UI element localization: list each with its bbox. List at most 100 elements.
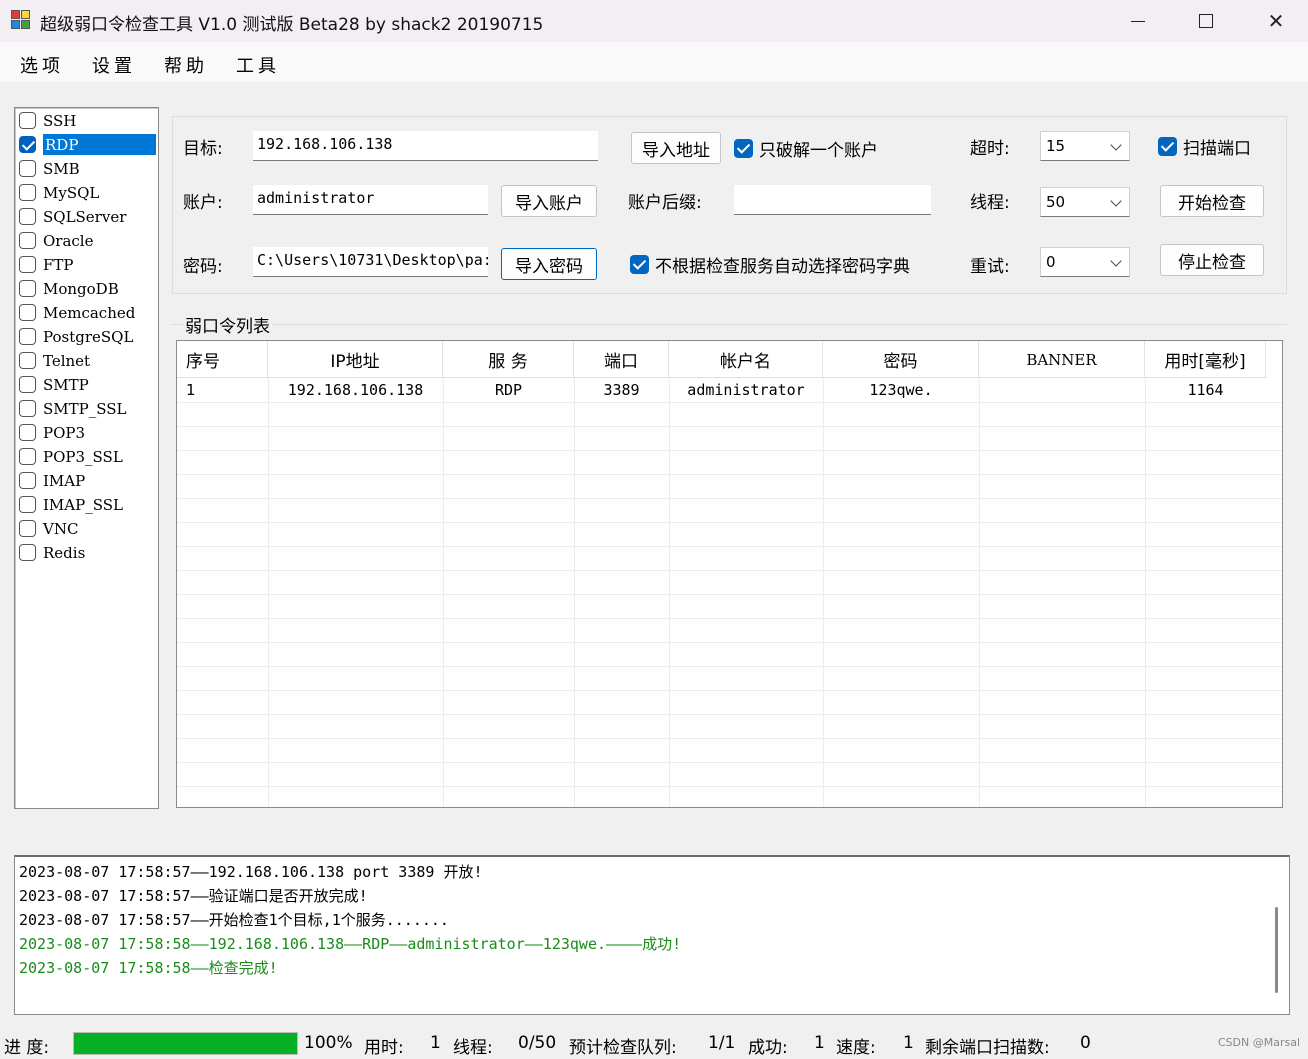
service-item-redis[interactable]: Redis — [17, 541, 156, 564]
column-header[interactable]: BANNER — [979, 341, 1145, 378]
service-label: PostgreSQL — [43, 327, 134, 346]
stop-check-button[interactable]: 停止检查 — [1160, 244, 1264, 276]
column-header[interactable]: 序号 — [177, 341, 268, 378]
progress-fill — [74, 1033, 297, 1054]
remaining-label: 剩余端口扫描数: — [925, 1038, 1050, 1058]
log-line: 2023-08-07 17:58:57——开始检查1个目标,1个服务......… — [19, 911, 449, 929]
checkbox-icon[interactable] — [19, 160, 36, 177]
checkbox-checked-icon — [1158, 137, 1177, 156]
checkbox-icon[interactable] — [19, 448, 36, 465]
service-item-pop3[interactable]: POP3 — [17, 421, 156, 444]
maximize-button[interactable] — [1171, 0, 1241, 42]
password-file-input[interactable]: C:\Users\10731\Desktop\pa: — [253, 247, 488, 277]
results-table[interactable]: 序号 IP地址服 务端口 帐户名 密码 BANNER 用时[毫秒] 1 192.168.10… — [176, 340, 1283, 808]
speed-value: 1 — [903, 1033, 914, 1053]
service-list: SSH RDP SMB MySQL SQLServer Oracle FTP MongoDB M… — [14, 107, 159, 809]
checkbox-icon[interactable] — [19, 352, 36, 369]
service-label: POP3_SSL — [43, 447, 123, 466]
service-item-telnet[interactable]: Telnet — [17, 349, 156, 372]
service-label: SQLServer — [43, 207, 127, 226]
service-item-oracle[interactable]: Oracle — [17, 229, 156, 252]
checkbox-icon[interactable] — [19, 520, 36, 537]
service-item-pop3-ssl[interactable]: POP3_SSL — [17, 445, 156, 468]
menu-help[interactable]: 帮助 — [164, 52, 208, 78]
service-item-imap-ssl[interactable]: IMAP_SSL — [17, 493, 156, 516]
service-item-ftp[interactable]: FTP — [17, 253, 156, 276]
threads-select[interactable]: 50 — [1040, 187, 1130, 217]
log-panel[interactable]: 2023-08-07 17:58:57——192.168.106.138 por… — [14, 855, 1290, 1015]
table-cell[interactable]: RDP — [443, 378, 574, 402]
table-cell[interactable]: 3389 — [574, 378, 669, 402]
service-item-rdp[interactable]: RDP — [17, 133, 156, 156]
service-item-sqlserver[interactable]: SQLServer — [17, 205, 156, 228]
table-cell[interactable]: 192.168.106.138 — [268, 378, 443, 402]
grid-line — [823, 378, 824, 807]
checkbox-icon[interactable] — [19, 112, 36, 129]
only-one-account-checkbox[interactable]: 只破解一个账户 — [734, 136, 878, 161]
column-header[interactable]: 密码 — [823, 341, 979, 378]
checkbox-icon[interactable] — [19, 328, 36, 345]
service-item-ssh[interactable]: SSH — [17, 109, 156, 132]
service-item-memcached[interactable]: Memcached — [17, 301, 156, 324]
log-scrollbar[interactable] — [1267, 861, 1287, 1011]
checkbox-icon[interactable] — [19, 376, 36, 393]
checkbox-checked-icon[interactable] — [19, 136, 36, 153]
import-account-button[interactable]: 导入账户 — [501, 185, 597, 217]
queue-label: 预计检查队列: — [569, 1038, 677, 1058]
service-label: SMTP — [43, 375, 89, 394]
service-item-smb[interactable]: SMB — [17, 157, 156, 180]
checkbox-icon[interactable] — [19, 472, 36, 489]
timeout-select[interactable]: 15 — [1040, 131, 1130, 161]
grid-line — [177, 714, 1282, 715]
account-suffix-input[interactable] — [734, 185, 931, 215]
import-password-button[interactable]: 导入密码 — [501, 248, 597, 280]
checkbox-icon[interactable] — [19, 256, 36, 273]
import-address-button[interactable]: 导入地址 — [631, 132, 721, 164]
scan-port-checkbox[interactable]: 扫描端口 — [1158, 134, 1251, 159]
column-header[interactable]: 用时[毫秒] — [1145, 341, 1266, 378]
no-auto-dict-label: 不根据检查服务自动选择密码字典 — [655, 257, 910, 277]
service-item-smtp-ssl[interactable]: SMTP_SSL — [17, 397, 156, 420]
no-auto-dict-checkbox[interactable]: 不根据检查服务自动选择密码字典 — [630, 252, 910, 277]
column-header[interactable]: 服 务 — [443, 341, 574, 378]
account-input[interactable]: administrator — [253, 185, 488, 215]
column-header[interactable]: 帐户名 — [669, 341, 823, 378]
service-item-smtp[interactable]: SMTP — [17, 373, 156, 396]
menu-settings[interactable]: 设置 — [92, 52, 136, 78]
column-header[interactable]: 端口 — [574, 341, 669, 378]
service-item-vnc[interactable]: VNC — [17, 517, 156, 540]
service-item-mysql[interactable]: MySQL — [17, 181, 156, 204]
service-item-postgresql[interactable]: PostgreSQL — [17, 325, 156, 348]
menu-tools[interactable]: 工具 — [236, 52, 280, 78]
checkbox-icon[interactable] — [19, 280, 36, 297]
checkbox-icon[interactable] — [19, 184, 36, 201]
retry-select[interactable]: 0 — [1040, 247, 1130, 277]
service-label: SSH — [43, 111, 77, 130]
table-cell[interactable]: administrator — [669, 378, 823, 402]
minimize-button[interactable] — [1103, 0, 1173, 42]
maximize-icon — [1199, 14, 1213, 28]
checkbox-icon[interactable] — [19, 400, 36, 417]
table-cell[interactable]: 123qwe. — [823, 378, 979, 402]
start-check-button[interactable]: 开始检查 — [1160, 185, 1264, 217]
checkbox-icon[interactable] — [19, 424, 36, 441]
menu-options[interactable]: 选项 — [20, 52, 64, 78]
progress-label: 进 度: — [4, 1038, 50, 1058]
table-cell[interactable]: 1164 — [1145, 378, 1266, 402]
grid-line — [177, 426, 1282, 427]
checkbox-icon[interactable] — [19, 544, 36, 561]
scroll-thumb[interactable] — [1275, 907, 1278, 993]
checkbox-icon[interactable] — [19, 232, 36, 249]
service-item-imap[interactable]: IMAP — [17, 469, 156, 492]
checkbox-icon[interactable] — [19, 496, 36, 513]
table-cell[interactable] — [979, 378, 1145, 402]
checkbox-icon[interactable] — [19, 304, 36, 321]
checkbox-checked-icon — [734, 139, 753, 158]
service-item-mongodb[interactable]: MongoDB — [17, 277, 156, 300]
table-cell[interactable]: 1 — [177, 378, 268, 402]
target-input[interactable]: 192.168.106.138 — [253, 131, 598, 161]
log-line: 2023-08-07 17:58:58——检查完成! — [19, 959, 278, 977]
close-button[interactable]: ✕ — [1241, 0, 1308, 42]
column-header[interactable]: IP地址 — [268, 341, 443, 378]
checkbox-icon[interactable] — [19, 208, 36, 225]
